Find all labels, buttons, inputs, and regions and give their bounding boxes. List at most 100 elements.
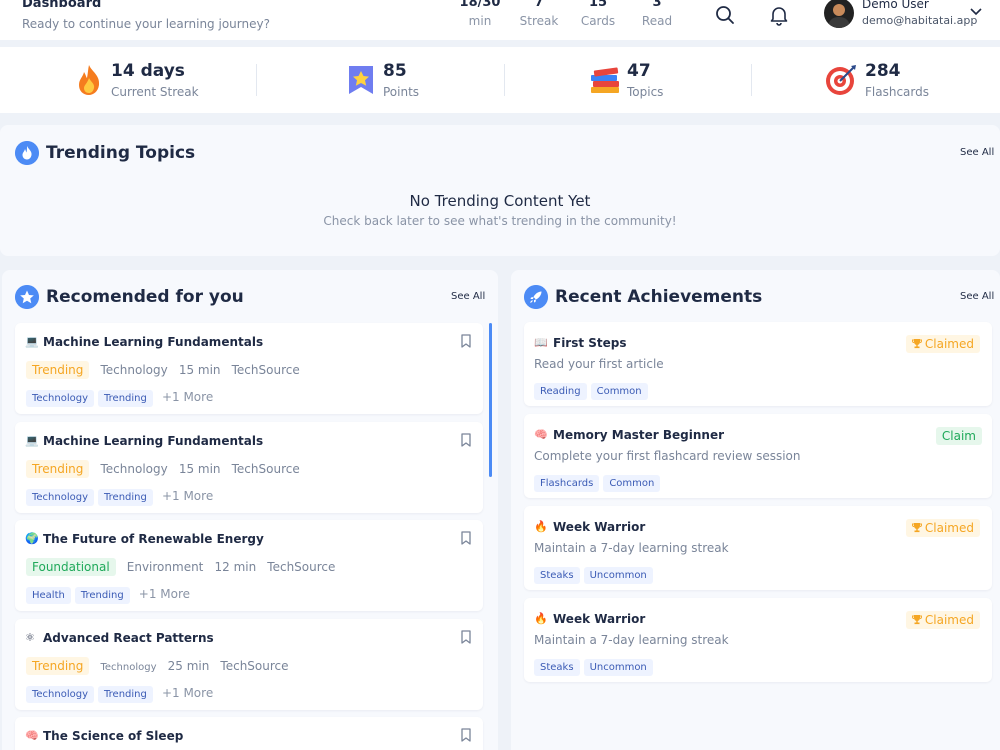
- bookmark-icon[interactable]: [461, 531, 471, 545]
- achievement-card: 🔥 Week Warrior Maintain a 7-day learning…: [524, 506, 992, 590]
- level-badge: Trending: [26, 361, 90, 379]
- tag[interactable]: Technology: [26, 390, 95, 407]
- card-meta: Trending Technology 15 min TechSource: [26, 458, 306, 478]
- topic-icon: 💻: [25, 434, 39, 447]
- topic-icon: 🌍: [25, 532, 39, 545]
- achievement-icon: 🔥: [534, 520, 548, 533]
- card-tags: Health Trending +1 More: [26, 583, 190, 604]
- tag[interactable]: Health: [26, 587, 71, 604]
- stat-points: 85 Points: [272, 47, 520, 113]
- tag[interactable]: Trending: [98, 390, 153, 407]
- status-label: Claimed: [924, 521, 974, 535]
- level-badge: Trending: [26, 657, 90, 675]
- header-stat-label: min: [468, 14, 492, 28]
- card-category: Technology: [100, 363, 168, 377]
- stat-value: 47: [627, 61, 651, 81]
- recommended-card[interactable]: 💻 Machine Learning Fundamentals Trending…: [15, 323, 483, 414]
- card-title: Advanced React Patterns: [43, 631, 214, 645]
- achievement-title: Memory Master Beginner: [553, 428, 725, 442]
- claimed-badge: Claimed: [905, 519, 980, 537]
- more-tags-link[interactable]: +1 More: [162, 390, 213, 404]
- card-title: Machine Learning Fundamentals: [43, 335, 264, 349]
- header-stat-value: 15: [588, 0, 608, 10]
- card-tags: Technology Trending +1 More: [26, 682, 213, 703]
- trophy-icon: [911, 523, 922, 533]
- stat-value: 14 days: [111, 61, 185, 81]
- trophy-icon: [911, 615, 922, 625]
- scrollbar[interactable]: [489, 323, 492, 477]
- chevron-down-icon[interactable]: [970, 8, 982, 16]
- card-tags: Technology Trending +1 More: [26, 485, 213, 506]
- bookmark-icon[interactable]: [461, 334, 471, 348]
- recommended-card[interactable]: 🧠 The Science of Sleep: [15, 717, 483, 750]
- stat-topics: 47 Topics: [516, 47, 764, 113]
- card-title: The Science of Sleep: [43, 729, 184, 743]
- avatar[interactable]: [824, 0, 854, 28]
- bookmark-icon[interactable]: [461, 728, 471, 742]
- tag[interactable]: Trending: [98, 489, 153, 506]
- card-source: TechSource: [231, 462, 300, 476]
- card-meta: Trending Technology 25 min TechSource: [26, 655, 295, 675]
- tag: Reading: [534, 383, 587, 400]
- fire-icon: [79, 65, 100, 95]
- claimed-badge: Claimed: [905, 611, 980, 629]
- trending-title: Trending Topics: [46, 143, 196, 163]
- bell-icon[interactable]: [768, 4, 790, 26]
- bookmark-icon[interactable]: [461, 630, 471, 644]
- stats-bar: 14 days Current Streak 85 Points 47 Topi…: [0, 47, 1000, 113]
- card-meta: Trending Technology 15 min TechSource: [26, 359, 306, 379]
- header-stat-read: 3 Read: [632, 0, 682, 28]
- stat-label: Current Streak: [111, 85, 199, 99]
- header-stat-streak: 7 Streak: [514, 0, 564, 28]
- achievements-see-all-link[interactable]: See All: [960, 291, 994, 302]
- card-duration: 15 min: [178, 462, 221, 476]
- more-tags-link[interactable]: +1 More: [139, 587, 190, 601]
- header-stat-label: Streak: [519, 14, 559, 28]
- trending-see-all-link[interactable]: See All: [960, 147, 994, 158]
- tag[interactable]: Trending: [98, 686, 153, 703]
- achievement-description: Maintain a 7-day learning streak: [534, 633, 729, 647]
- status-label: Claim: [941, 429, 976, 443]
- achievement-card: 🔥 Week Warrior Maintain a 7-day learning…: [524, 598, 992, 682]
- recommended-card[interactable]: ⚛ Advanced React Patterns Trending Techn…: [15, 619, 483, 710]
- tag: Flashcards: [534, 475, 600, 492]
- achievement-icon: 🧠: [534, 428, 548, 441]
- card-category: Technology: [100, 462, 168, 476]
- achievement-description: Maintain a 7-day learning streak: [534, 541, 729, 555]
- topic-icon: 🧠: [25, 729, 39, 742]
- trophy-icon: [911, 339, 922, 349]
- stat-label: Flashcards: [865, 85, 929, 99]
- recommended-card[interactable]: 🌍 The Future of Renewable Energy Foundat…: [15, 520, 483, 611]
- card-duration: 12 min: [214, 560, 257, 574]
- header-stat-label: Read: [641, 14, 673, 28]
- bookmark-icon[interactable]: [461, 433, 471, 447]
- card-source: TechSource: [220, 659, 289, 673]
- claim-button[interactable]: Claim: [935, 427, 982, 445]
- tag: Steaks: [534, 567, 580, 584]
- recommended-see-all-link[interactable]: See All: [451, 291, 485, 302]
- header-stat-minutes: 18/30 min: [455, 0, 505, 28]
- achievement-description: Read your first article: [534, 357, 664, 371]
- stat-label: Points: [383, 85, 420, 99]
- empty-state-title: No Trending Content Yet: [409, 192, 591, 210]
- tag[interactable]: Technology: [26, 686, 95, 703]
- search-icon[interactable]: [714, 4, 736, 26]
- tag[interactable]: Trending: [74, 587, 130, 604]
- header-stat-label: Cards: [580, 14, 616, 28]
- more-tags-link[interactable]: +1 More: [162, 686, 213, 700]
- stat-current-streak: 14 days Current Streak: [0, 47, 248, 113]
- tag: Uncommon: [583, 659, 653, 676]
- header-stat-cards: 15 Cards: [573, 0, 623, 28]
- trending-panel: Trending Topics See All No Trending Cont…: [0, 125, 1000, 256]
- recommended-card[interactable]: 💻 Machine Learning Fundamentals Trending…: [15, 422, 483, 513]
- star-badge-icon: [349, 66, 373, 94]
- more-tags-link[interactable]: +1 More: [162, 489, 213, 503]
- star-icon: [15, 285, 39, 309]
- topic-icon: ⚛: [25, 631, 35, 644]
- stat-value: 284: [865, 61, 901, 81]
- tag: Uncommon: [583, 567, 653, 584]
- tag[interactable]: Technology: [26, 489, 95, 506]
- achievement-tags: Steaks Uncommon: [534, 655, 657, 676]
- achievements-title: Recent Achievements: [555, 287, 763, 307]
- level-badge: Foundational: [26, 558, 116, 576]
